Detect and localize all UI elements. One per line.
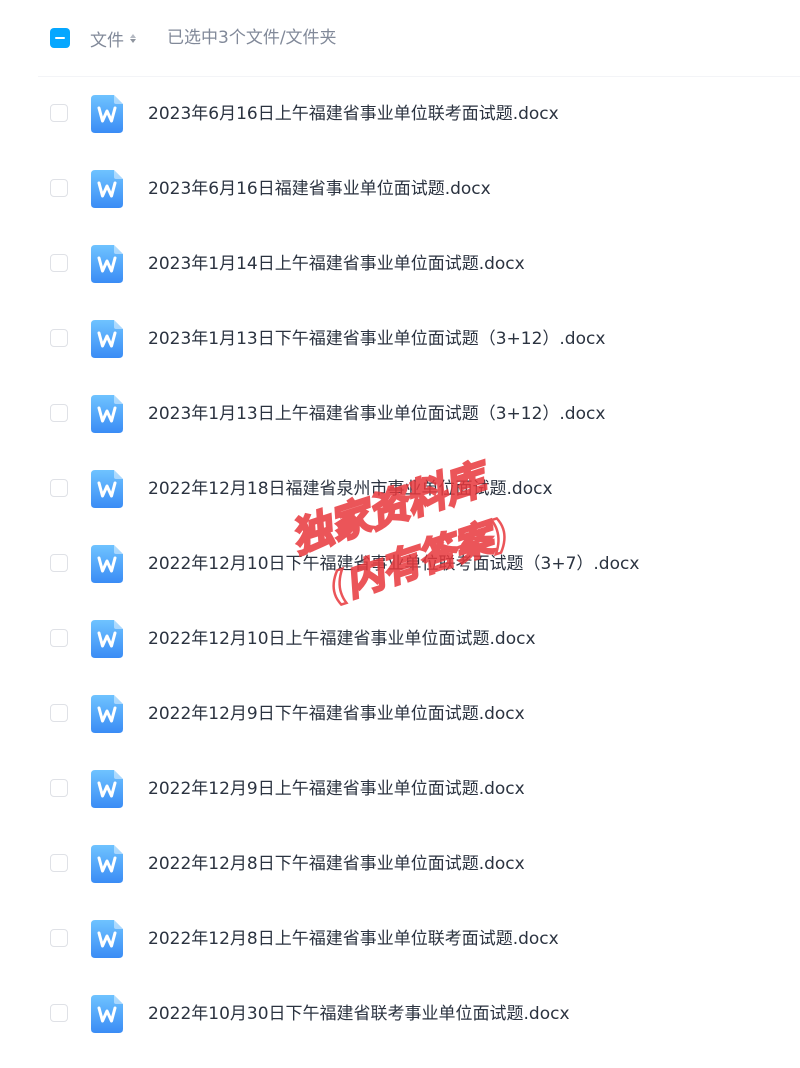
file-row-checkbox[interactable] <box>50 929 68 947</box>
file-row[interactable]: 2022年12月18日福建省泉州市事业单位面试题.docx <box>0 451 800 526</box>
file-name[interactable]: 2022年12月18日福建省泉州市事业单位面试题.docx <box>148 477 553 501</box>
sort-by-file-button[interactable]: 文件 <box>90 26 136 51</box>
file-name[interactable]: 2023年6月16日福建省事业单位面试题.docx <box>148 177 491 201</box>
file-row[interactable]: 2022年12月9日下午福建省事业单位面试题.docx <box>0 676 800 751</box>
file-row-checkbox[interactable] <box>50 179 68 197</box>
file-name[interactable]: 2022年12月8日下午福建省事业单位面试题.docx <box>148 852 525 876</box>
selection-status: 已选中3个文件/文件夹 <box>167 28 337 48</box>
file-row-checkbox[interactable] <box>50 1004 68 1022</box>
word-doc-icon <box>91 620 123 658</box>
word-doc-icon <box>91 95 123 133</box>
file-row-checkbox[interactable] <box>50 554 68 572</box>
select-all-checkbox[interactable] <box>50 28 70 48</box>
file-row[interactable]: 2023年1月13日下午福建省事业单位面试题（3+12）.docx <box>0 301 800 376</box>
minus-icon <box>55 37 65 39</box>
file-name[interactable]: 2022年10月30日下午福建省联考事业单位面试题.docx <box>148 1002 570 1026</box>
file-row[interactable]: 2022年12月9日上午福建省事业单位面试题.docx <box>0 751 800 826</box>
column-file-label: 文件 <box>90 30 124 51</box>
file-row[interactable]: 2023年1月13日上午福建省事业单位面试题（3+12）.docx <box>0 376 800 451</box>
file-row-checkbox[interactable] <box>50 404 68 422</box>
file-row-checkbox[interactable] <box>50 854 68 872</box>
file-row[interactable]: 2022年12月10日上午福建省事业单位面试题.docx <box>0 601 800 676</box>
word-doc-icon <box>91 470 123 508</box>
file-row[interactable]: 2022年10月30日下午福建省联考事业单位面试题.docx <box>0 976 800 1051</box>
file-name[interactable]: 2023年1月13日上午福建省事业单位面试题（3+12）.docx <box>148 402 605 426</box>
file-row[interactable]: 2023年6月16日上午福建省事业单位联考面试题.docx <box>0 76 800 151</box>
file-row-checkbox[interactable] <box>50 254 68 272</box>
file-row-checkbox[interactable] <box>50 329 68 347</box>
file-row[interactable]: 2023年1月14日上午福建省事业单位面试题.docx <box>0 226 800 301</box>
file-row[interactable]: 2022年12月8日下午福建省事业单位面试题.docx <box>0 826 800 901</box>
file-name[interactable]: 2022年12月8日上午福建省事业单位联考面试题.docx <box>148 927 559 951</box>
word-doc-icon <box>91 545 123 583</box>
file-row[interactable]: 2022年12月10日下午福建省事业单位联考面试题（3+7）.docx <box>0 526 800 601</box>
word-doc-icon <box>91 770 123 808</box>
file-row-checkbox[interactable] <box>50 629 68 647</box>
file-name[interactable]: 2022年12月9日下午福建省事业单位面试题.docx <box>148 702 525 726</box>
sort-caret-icon <box>130 33 136 43</box>
word-doc-icon <box>91 395 123 433</box>
word-doc-icon <box>91 995 123 1033</box>
file-row[interactable]: 2022年12月8日上午福建省事业单位联考面试题.docx <box>0 901 800 976</box>
file-row-checkbox[interactable] <box>50 779 68 797</box>
file-name[interactable]: 2023年1月14日上午福建省事业单位面试题.docx <box>148 252 525 276</box>
file-name[interactable]: 2023年6月16日上午福建省事业单位联考面试题.docx <box>148 102 559 126</box>
word-doc-icon <box>91 320 123 358</box>
file-row-checkbox[interactable] <box>50 704 68 722</box>
file-name[interactable]: 2022年12月10日下午福建省事业单位联考面试题（3+7）.docx <box>148 552 639 576</box>
word-doc-icon <box>91 245 123 283</box>
word-doc-icon <box>91 170 123 208</box>
file-row-checkbox[interactable] <box>50 479 68 497</box>
list-header: 文件 已选中3个文件/文件夹 <box>38 0 800 77</box>
word-doc-icon <box>91 920 123 958</box>
file-row-checkbox[interactable] <box>50 104 68 122</box>
file-name[interactable]: 2023年1月13日下午福建省事业单位面试题（3+12）.docx <box>148 327 605 351</box>
word-doc-icon <box>91 695 123 733</box>
file-list-page: 文件 已选中3个文件/文件夹 2023年6月16日上午福建省事业单位联考面试题.… <box>0 0 800 1068</box>
file-name[interactable]: 2022年12月10日上午福建省事业单位面试题.docx <box>148 627 536 651</box>
word-doc-icon <box>91 845 123 883</box>
file-list: 2023年6月16日上午福建省事业单位联考面试题.docx 2023年6月16日福… <box>0 76 800 1051</box>
file-name[interactable]: 2022年12月9日上午福建省事业单位面试题.docx <box>148 777 525 801</box>
file-row[interactable]: 2023年6月16日福建省事业单位面试题.docx <box>0 151 800 226</box>
